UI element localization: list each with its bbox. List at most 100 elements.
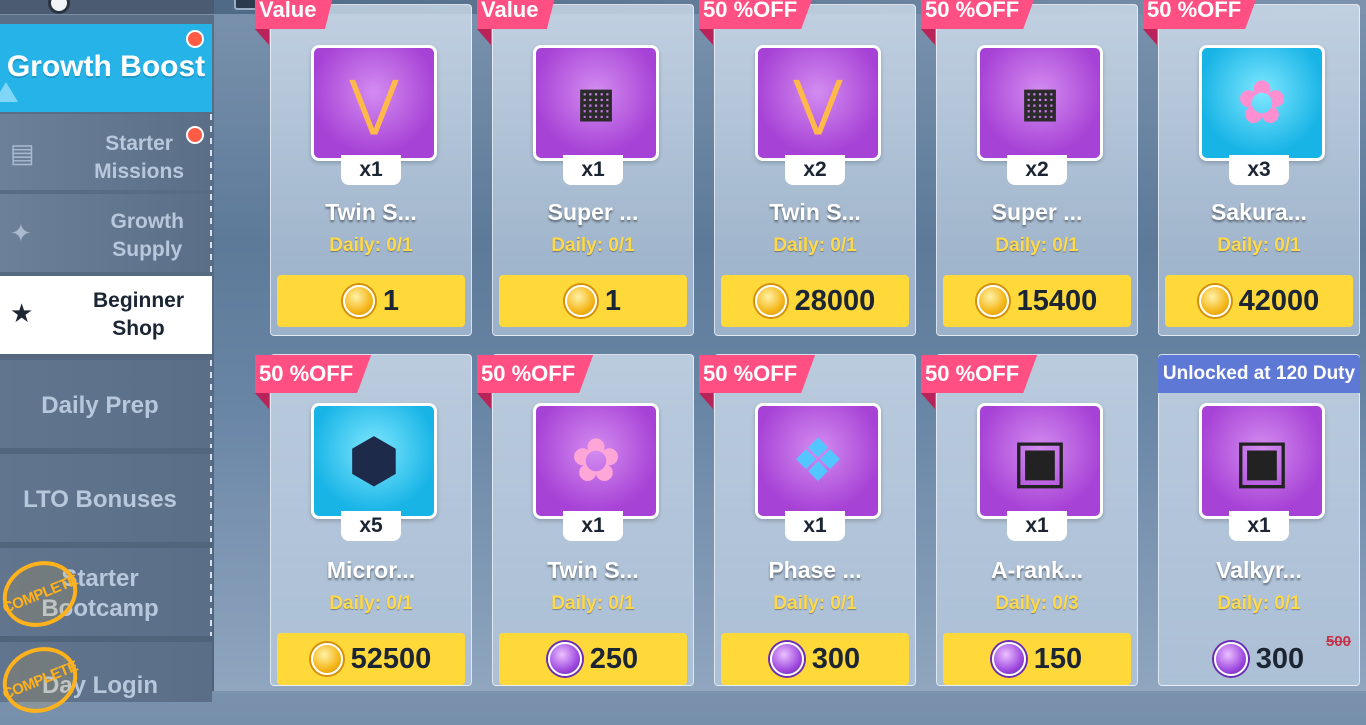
coin-icon xyxy=(310,643,343,675)
sidebar-item-starter-missions[interactable]: ▤ Starter Missions xyxy=(0,114,212,190)
price-value: 300 xyxy=(811,642,861,675)
list-icon: ▤ xyxy=(10,138,35,168)
price-value: 250 xyxy=(589,642,639,675)
exp-chip-icon: ▦ xyxy=(577,81,615,125)
item-name: Twin S... xyxy=(325,199,417,225)
sidebar-item-beginner-shop[interactable]: ★ Beginner Shop xyxy=(0,276,212,354)
item-name: Super ... xyxy=(991,199,1083,225)
item-quantity: x3 xyxy=(1229,155,1289,185)
sidebar-day-login[interactable]: Day Login COMPLETE xyxy=(0,636,212,724)
star-bag-icon: ★ xyxy=(10,298,34,328)
item-name: Micror... xyxy=(326,557,416,583)
buy-button[interactable]: 42000 xyxy=(1165,275,1353,327)
item-tile: ▦ xyxy=(977,45,1103,161)
ribbon-fold xyxy=(477,29,491,45)
item-tile: ▣ xyxy=(1199,403,1325,519)
coin-icon xyxy=(564,285,597,317)
sidebar-item-label: Beginner Shop xyxy=(92,289,184,340)
item-tile: ⋁ xyxy=(311,45,437,161)
ribbon-fold xyxy=(477,393,491,409)
buy-button[interactable]: 52500 xyxy=(277,633,465,685)
daily-limit: Daily: 0/1 xyxy=(329,593,413,614)
buy-button[interactable]: 1 xyxy=(277,275,465,327)
crystal-icon xyxy=(547,642,582,676)
buy-button[interactable]: 15400 xyxy=(943,275,1131,327)
toggle-knob[interactable] xyxy=(48,0,70,14)
shop-card[interactable]: 50 %OFF ▦ x2 Super ... Daily: 0/1 30800 … xyxy=(921,0,1138,336)
shop-card[interactable]: Value ⋁ x1 Twin S... Daily: 0/1 1 xyxy=(255,0,472,336)
item-tile: ✿ xyxy=(1199,45,1325,161)
shop-card[interactable]: 50 %OFF ✿ x3 Sakura... Daily: 0/1 84000 … xyxy=(1143,0,1360,336)
valkyrie-box-icon: ▣ xyxy=(1233,427,1291,494)
complete-badge: COMPLETE xyxy=(0,636,88,724)
notification-dot xyxy=(186,126,204,144)
buy-button[interactable]: 28000 xyxy=(721,275,909,327)
item-tile: ⋁ xyxy=(755,45,881,161)
shop-card[interactable]: 50 %OFF ⋁ x2 Twin S... Daily: 0/1 56000 … xyxy=(699,0,916,336)
item-name: A-rank... xyxy=(990,557,1084,583)
shop-card[interactable]: 50 %OFF ❖ x1 Phase ... Daily: 0/1 600 30… xyxy=(699,354,916,686)
value-ribbon: Value xyxy=(477,0,557,29)
discount-ribbon: 50 %OFF xyxy=(921,355,1038,393)
shop-card[interactable]: 50 %OFF ▣ x1 A-rank... Daily: 0/3 300 15… xyxy=(921,354,1138,686)
item-name: Super ... xyxy=(547,199,639,225)
item-tile: ▦ xyxy=(533,45,659,161)
shop-card[interactable]: Value ▦ x1 Super ... Daily: 0/1 1 xyxy=(477,0,694,336)
star-box-icon: ✦ xyxy=(10,218,32,248)
item-tile: ▣ xyxy=(977,403,1103,519)
item-name: Sakura... xyxy=(1211,199,1307,225)
item-quantity: x5 xyxy=(341,511,401,541)
sidebar-item-growth-supply[interactable]: ✦ Growth Supply xyxy=(0,194,212,272)
crystal-icon xyxy=(1213,642,1248,676)
buy-button[interactable]: 250 xyxy=(499,633,687,685)
buy-button-locked: 300 xyxy=(1165,633,1353,685)
ribbon-fold xyxy=(255,393,269,409)
sidebar-daily-prep[interactable]: Daily Prep xyxy=(0,360,212,448)
price-value: 1 xyxy=(604,284,622,317)
price-value: 15400 xyxy=(1016,284,1098,317)
ribbon-fold xyxy=(1143,29,1157,45)
daily-limit: Daily: 0/1 xyxy=(329,235,413,256)
phase-shifter-icon: ❖ xyxy=(791,427,845,494)
lto-bonuses-label: LTO Bonuses xyxy=(23,486,177,513)
sidebar-lto-bonuses[interactable]: LTO Bonuses xyxy=(0,454,212,542)
buy-button[interactable]: 150 xyxy=(943,633,1131,685)
shop-card[interactable]: 50 %OFF ✿ x1 Twin S... Daily: 0/1 500 25… xyxy=(477,354,694,686)
ribbon-fold xyxy=(921,29,935,45)
unlock-requirement-banner: Unlocked at 120 Duty xyxy=(1158,355,1360,393)
shop-card[interactable]: 50 %OFF ⬢ x5 Micror... Daily: 0/1 105000… xyxy=(255,354,472,686)
ribbon-fold xyxy=(699,29,713,45)
item-quantity: x1 xyxy=(785,511,845,541)
item-quantity: x1 xyxy=(1229,511,1289,541)
dash-divider xyxy=(210,548,212,636)
buy-button[interactable]: 300 xyxy=(721,633,909,685)
sidebar-starter-bootcamp[interactable]: Starter Bootcamp COMPLETE xyxy=(0,548,212,638)
dash-divider xyxy=(210,454,212,542)
ribbon-fold xyxy=(699,393,713,409)
item-quantity: x2 xyxy=(1007,155,1067,185)
discount-ribbon: 50 %OFF xyxy=(255,355,372,393)
discount-ribbon: 50 %OFF xyxy=(699,355,816,393)
item-tile: ⬢ xyxy=(311,403,437,519)
sidebar-item-label: Growth Supply xyxy=(110,210,185,261)
daily-limit: Daily: 0/1 xyxy=(551,593,635,614)
crystal-icon xyxy=(769,642,804,676)
notification-dot xyxy=(186,30,204,48)
item-quantity: x2 xyxy=(785,155,845,185)
item-tile: ✿ xyxy=(533,403,659,519)
ribbon-fold xyxy=(255,29,269,45)
coin-icon xyxy=(1198,285,1231,317)
coin-icon xyxy=(754,285,787,317)
price-value: 300 xyxy=(1255,642,1305,675)
item-quantity: x1 xyxy=(563,511,623,541)
daily-limit: Daily: 0/1 xyxy=(1217,235,1301,256)
daily-limit: Daily: 0/1 xyxy=(551,235,635,256)
sidebar-growth-boost[interactable]: Growth Boost xyxy=(0,24,212,112)
daily-limit: Daily: 0/1 xyxy=(1217,593,1301,614)
sidebar: Growth Boost ▤ Starter Missions ✦ Growth… xyxy=(0,0,214,724)
buy-button[interactable]: 1 xyxy=(499,275,687,327)
item-tile: ❖ xyxy=(755,403,881,519)
daily-limit: Daily: 0/1 xyxy=(773,235,857,256)
dash-divider xyxy=(210,194,212,272)
shop-card-locked[interactable]: Unlocked at 120 Duty ▣ x1 Valkyr... Dail… xyxy=(1158,354,1360,686)
